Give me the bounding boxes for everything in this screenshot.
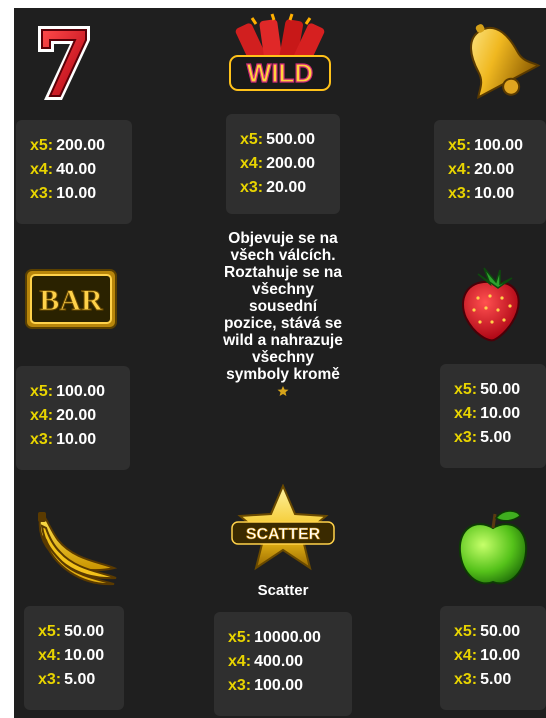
strawberry-paytable: x5: 50.00 x4: 10.00 x3: 5.00 xyxy=(440,364,546,468)
banana-symbol-icon xyxy=(30,508,122,588)
multiplier-label: x3: xyxy=(448,185,472,202)
seven-paytable: x5: 200.00 x4: 40.00 x3: 10.00 xyxy=(16,120,132,224)
payout-value: 200.00 xyxy=(56,137,106,154)
payout-value: 100.00 xyxy=(254,677,304,694)
pay-row: x3: 10.00 xyxy=(16,428,130,452)
wild-description: Objevuje se na všech válcích. Roztahuje … xyxy=(222,230,344,400)
pay-row: x4: 200.00 xyxy=(226,152,340,176)
multiplier-label: x4: xyxy=(228,653,252,670)
pay-row: x5: 100.00 xyxy=(16,380,130,404)
wild-logo-text: WILD xyxy=(247,58,313,88)
multiplier-label: x4: xyxy=(454,647,478,664)
pay-row: x4: 20.00 xyxy=(16,404,130,428)
payout-value: 100.00 xyxy=(56,383,106,400)
payout-value: 5.00 xyxy=(480,429,512,446)
multiplier-label: x3: xyxy=(240,179,264,196)
payout-value: 20.00 xyxy=(56,407,97,424)
apple-paytable: x5: 50.00 x4: 10.00 x3: 5.00 xyxy=(440,606,546,710)
multiplier-label: x5: xyxy=(448,137,472,154)
wild-symbol-icon: WILD xyxy=(222,12,338,100)
payout-value: 10.00 xyxy=(480,405,521,422)
pay-row: x5: 50.00 xyxy=(440,620,546,644)
multiplier-label: x5: xyxy=(228,629,252,646)
pay-row: x5: 10000.00 xyxy=(214,626,352,650)
pay-row: x3: 10.00 xyxy=(434,182,546,206)
pay-row: x5: 500.00 xyxy=(226,128,340,152)
pay-row: x5: 100.00 xyxy=(434,134,546,158)
payout-value: 10.00 xyxy=(64,647,105,664)
small-star-icon xyxy=(277,383,289,400)
banana-paytable: x5: 50.00 x4: 10.00 x3: 5.00 xyxy=(24,606,124,710)
pay-row: x4: 20.00 xyxy=(434,158,546,182)
strawberry-symbol-icon xyxy=(454,264,526,344)
pay-row: x4: 10.00 xyxy=(440,402,546,426)
multiplier-label: x4: xyxy=(30,161,54,178)
pay-row: x3: 5.00 xyxy=(440,668,546,692)
pay-row: x4: 10.00 xyxy=(440,644,546,668)
multiplier-label: x5: xyxy=(30,137,54,154)
pay-row: x5: 50.00 xyxy=(440,378,546,402)
multiplier-label: x5: xyxy=(240,131,264,148)
wild-paytable: x5: 500.00 x4: 200.00 x3: 20.00 xyxy=(226,114,340,214)
apple-symbol-icon xyxy=(454,506,532,590)
bell-paytable: x5: 100.00 x4: 20.00 x3: 10.00 xyxy=(434,120,546,224)
payout-value: 5.00 xyxy=(480,671,512,688)
payout-value: 10.00 xyxy=(474,185,515,202)
bell-symbol-icon xyxy=(454,18,542,104)
bar-paytable: x5: 100.00 x4: 20.00 x3: 10.00 xyxy=(16,366,130,470)
scatter-symbol-icon: SCATTER xyxy=(228,483,338,576)
pay-row: x5: 50.00 xyxy=(24,620,124,644)
multiplier-label: x5: xyxy=(454,381,478,398)
pay-row: x4: 10.00 xyxy=(24,644,124,668)
payout-value: 50.00 xyxy=(64,623,105,640)
wild-description-text: Objevuje se na všech válcích. Roztahuje … xyxy=(223,230,343,383)
multiplier-label: x3: xyxy=(38,671,62,688)
multiplier-label: x3: xyxy=(30,431,54,448)
multiplier-label: x5: xyxy=(30,383,54,400)
pay-row: x4: 40.00 xyxy=(16,158,132,182)
payout-value: 10000.00 xyxy=(254,629,321,646)
multiplier-label: x4: xyxy=(38,647,62,664)
multiplier-label: x3: xyxy=(228,677,252,694)
payout-value: 20.00 xyxy=(474,161,515,178)
pay-row: x5: 200.00 xyxy=(16,134,132,158)
payout-value: 20.00 xyxy=(266,179,307,196)
bar-symbol-icon: BAR xyxy=(24,268,118,330)
multiplier-label: x4: xyxy=(30,407,54,424)
payout-value: 500.00 xyxy=(266,131,316,148)
pay-row: x3: 10.00 xyxy=(16,182,132,206)
bar-logo-text: BAR xyxy=(39,284,103,317)
multiplier-label: x3: xyxy=(30,185,54,202)
seven-symbol-icon xyxy=(32,22,96,104)
multiplier-label: x3: xyxy=(454,429,478,446)
payout-value: 40.00 xyxy=(56,161,97,178)
payout-value: 10.00 xyxy=(480,647,521,664)
paytable-panel: x5: 200.00 x4: 40.00 x3: 10.00 WILD x5: 500.… xyxy=(14,8,546,718)
multiplier-label: x4: xyxy=(240,155,264,172)
payout-value: 400.00 xyxy=(254,653,304,670)
scatter-logo-text: SCATTER xyxy=(246,526,321,543)
payout-value: 5.00 xyxy=(64,671,96,688)
payout-value: 200.00 xyxy=(266,155,316,172)
pay-row: x3: 5.00 xyxy=(24,668,124,692)
payout-value: 50.00 xyxy=(480,381,521,398)
multiplier-label: x4: xyxy=(454,405,478,422)
multiplier-label: x5: xyxy=(454,623,478,640)
payout-value: 10.00 xyxy=(56,185,97,202)
pay-row: x3: 100.00 xyxy=(214,674,352,698)
multiplier-label: x5: xyxy=(38,623,62,640)
pay-row: x4: 400.00 xyxy=(214,650,352,674)
multiplier-label: x3: xyxy=(454,671,478,688)
payout-value: 100.00 xyxy=(474,137,524,154)
multiplier-label: x4: xyxy=(448,161,472,178)
pay-row: x3: 5.00 xyxy=(440,426,546,450)
payout-value: 10.00 xyxy=(56,431,97,448)
scatter-paytable: x5: 10000.00 x4: 400.00 x3: 100.00 xyxy=(214,612,352,716)
pay-row: x3: 20.00 xyxy=(226,176,340,200)
scatter-label: Scatter xyxy=(257,582,309,599)
payout-value: 50.00 xyxy=(480,623,521,640)
